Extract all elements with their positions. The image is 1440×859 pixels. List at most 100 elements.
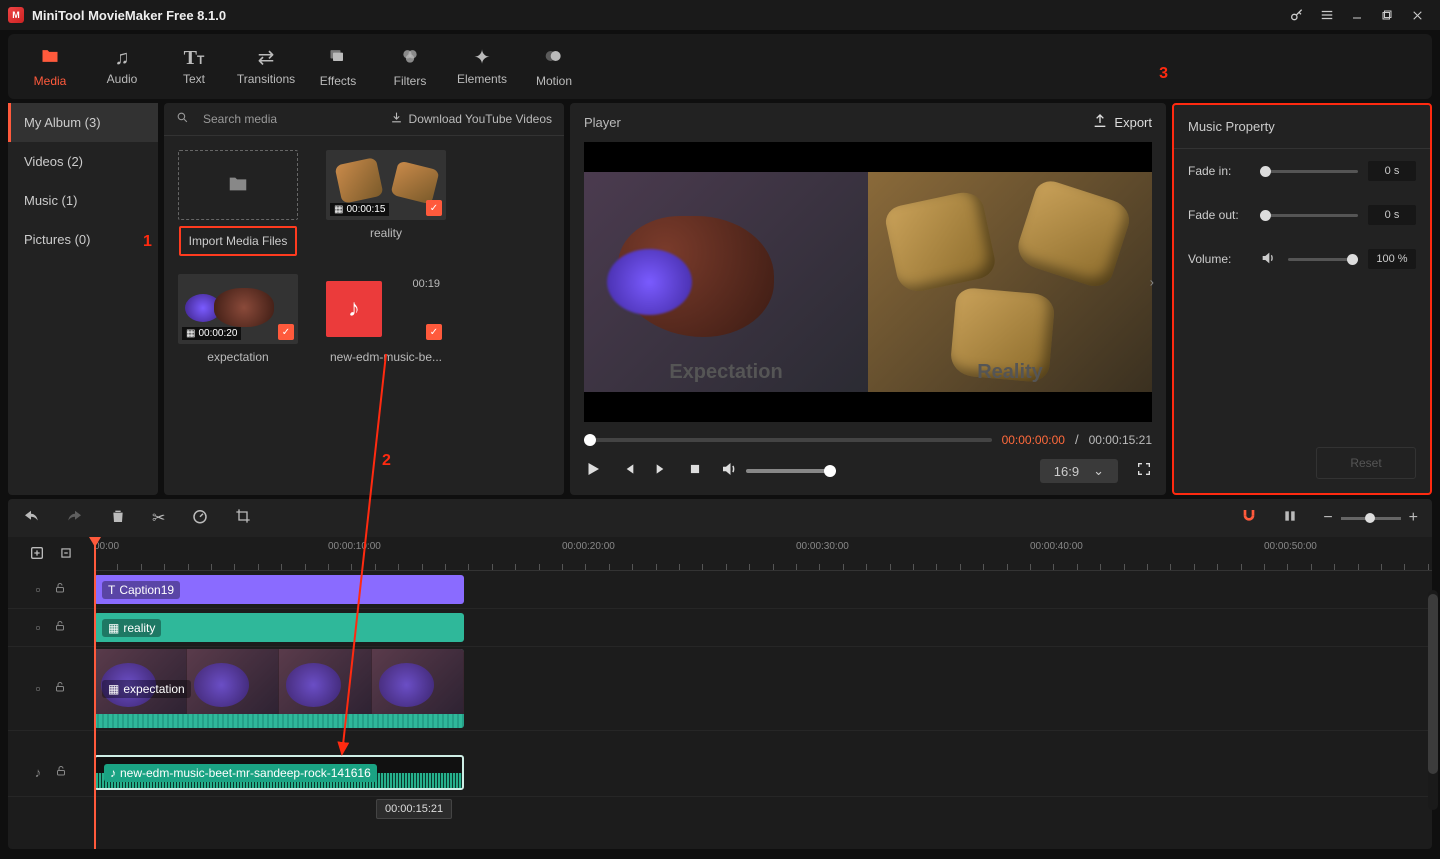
annotation-2: 2 <box>382 452 391 470</box>
media-item-audio[interactable]: ♪ 00:19 ✓ new-edm-music-be... <box>326 274 446 364</box>
app-title: MiniTool MovieMaker Free 8.1.0 <box>32 8 226 23</box>
download-youtube-button[interactable]: Download YouTube Videos <box>390 111 552 127</box>
collapse-tracks-icon[interactable] <box>59 546 73 563</box>
redo-icon[interactable] <box>66 507 84 530</box>
timeline-scrollbar[interactable] <box>1428 590 1438 810</box>
clip-reality[interactable]: ▦reality <box>94 613 464 642</box>
save-track-icon[interactable]: ▫ <box>36 681 41 696</box>
preview-right: Reality <box>868 172 1152 392</box>
magnet-icon[interactable] <box>1241 508 1257 529</box>
media-thumbnail[interactable]: ♪ 00:19 ✓ <box>326 274 446 344</box>
fullscreen-icon[interactable] <box>1136 461 1152 482</box>
ribbon-label: Effects <box>320 74 356 88</box>
clip-caption[interactable]: TCaption19 <box>94 575 464 604</box>
zoom-slider[interactable] <box>1341 517 1401 520</box>
ribbon-label: Filters <box>394 74 427 88</box>
library-tab-pictures[interactable]: Pictures (0) <box>8 220 158 259</box>
ruler-tick: 00:00:50:00 <box>1264 541 1317 552</box>
ribbon: Media ♫ Audio TT Text ⇄ Transitions Effe… <box>8 34 1432 99</box>
lock-icon[interactable] <box>54 680 66 697</box>
player-controls: 16:9 ⌄ <box>570 453 1166 495</box>
effects-icon <box>328 46 348 70</box>
folder-icon <box>39 46 61 70</box>
track-caption: ▫ TCaption19 <box>8 571 1432 609</box>
ribbon-tab-elements[interactable]: ✦ Elements <box>448 38 516 95</box>
volume-icon[interactable] <box>1260 250 1276 269</box>
ribbon-tab-effects[interactable]: Effects <box>304 38 372 95</box>
maximize-icon[interactable] <box>1372 0 1402 30</box>
fade-in-slider[interactable] <box>1260 170 1358 173</box>
ribbon-tab-motion[interactable]: Motion <box>520 38 588 95</box>
check-icon: ✓ <box>426 200 442 216</box>
volume-label: Volume: <box>1188 252 1250 266</box>
ribbon-tab-media[interactable]: Media <box>16 38 84 95</box>
library-tab-music[interactable]: Music (1) <box>8 181 158 220</box>
library-tab-myalbum[interactable]: My Album (3) <box>8 103 158 142</box>
ribbon-tab-audio[interactable]: ♫ Audio <box>88 38 156 95</box>
caption-expectation: Expectation <box>669 361 782 384</box>
fade-in-label: Fade in: <box>1188 164 1250 178</box>
ribbon-tab-transitions[interactable]: ⇄ Transitions <box>232 38 300 95</box>
license-key-icon[interactable] <box>1282 0 1312 30</box>
chevron-down-icon: ⌄ <box>1093 463 1104 479</box>
prev-frame-icon[interactable] <box>620 461 636 482</box>
save-track-icon[interactable]: ▫ <box>36 620 41 635</box>
lock-icon[interactable] <box>55 764 67 781</box>
timeline: 00:00 00:00:10:00 00:00:20:00 00:00:30:0… <box>8 537 1432 849</box>
ribbon-tab-filters[interactable]: Filters <box>376 38 444 95</box>
volume-value[interactable]: 100 % <box>1368 249 1416 269</box>
track-align-icon[interactable] <box>1283 508 1297 529</box>
lock-icon[interactable] <box>54 581 66 598</box>
video-icon: ▦ <box>108 621 119 635</box>
fade-out-slider[interactable] <box>1260 214 1358 217</box>
reset-button[interactable]: Reset <box>1316 447 1416 479</box>
search-input[interactable]: Search media <box>203 112 380 126</box>
search-icon <box>176 111 189 127</box>
annotation-3: 3 <box>1159 65 1168 83</box>
music-note-icon[interactable]: ♪ <box>35 765 42 780</box>
export-icon <box>1092 113 1108 132</box>
chevron-right-icon[interactable]: › <box>1150 275 1154 290</box>
volume-slider[interactable] <box>1288 258 1358 261</box>
undo-icon[interactable] <box>22 507 40 530</box>
track-expectation: ▫ ▦expectation <box>8 647 1432 731</box>
next-frame-icon[interactable] <box>654 461 670 482</box>
split-icon[interactable]: ✂ <box>152 508 165 528</box>
add-track-icon[interactable] <box>29 545 45 564</box>
fade-out-value[interactable]: 0 s <box>1368 205 1416 225</box>
player-volume-slider[interactable] <box>746 469 836 473</box>
ribbon-tab-text[interactable]: TT Text <box>160 38 228 95</box>
save-track-icon[interactable]: ▫ <box>36 582 41 597</box>
fade-in-value[interactable]: 0 s <box>1368 161 1416 181</box>
crop-icon[interactable] <box>235 508 251 529</box>
volume-icon[interactable] <box>720 460 738 483</box>
close-icon[interactable] <box>1402 0 1432 30</box>
import-media-button[interactable]: Import Media Files <box>179 226 298 256</box>
stop-icon[interactable] <box>688 462 702 481</box>
zoom-out-icon[interactable]: − <box>1323 509 1332 527</box>
media-item-label: new-edm-music-be... <box>330 350 442 364</box>
player-scrubber[interactable] <box>584 438 992 442</box>
timeline-ruler[interactable]: 00:00 00:00:10:00 00:00:20:00 00:00:30:0… <box>94 537 1432 571</box>
import-media-slot[interactable]: Import Media Files <box>178 150 298 256</box>
library-tab-videos[interactable]: Videos (2) <box>8 142 158 181</box>
media-item-reality[interactable]: ▦ 00:00:15 ✓ reality <box>326 150 446 256</box>
player-viewport[interactable]: Expectation Reality › <box>584 142 1152 422</box>
media-thumbnail[interactable]: ▦ 00:00:15 ✓ <box>326 150 446 220</box>
clip-audio[interactable]: ♪new-edm-music-beet-mr-sandeep-rock-1416… <box>94 755 464 790</box>
zoom-in-icon[interactable]: + <box>1409 509 1418 527</box>
play-icon[interactable] <box>584 460 602 483</box>
media-item-expectation[interactable]: ▦ 00:00:20 ✓ expectation <box>178 274 298 364</box>
delete-icon[interactable] <box>110 507 126 530</box>
import-dropzone[interactable] <box>178 150 298 220</box>
elements-icon: ✦ <box>474 48 491 68</box>
export-button[interactable]: Export <box>1092 113 1152 132</box>
minimize-icon[interactable] <box>1342 0 1372 30</box>
playhead[interactable] <box>94 537 96 849</box>
clip-expectation[interactable]: ▦expectation <box>94 649 464 728</box>
media-thumbnail[interactable]: ▦ 00:00:20 ✓ <box>178 274 298 344</box>
aspect-ratio-dropdown[interactable]: 16:9 ⌄ <box>1040 459 1118 483</box>
speed-icon[interactable] <box>191 507 209 530</box>
menu-icon[interactable] <box>1312 0 1342 30</box>
lock-icon[interactable] <box>54 619 66 636</box>
